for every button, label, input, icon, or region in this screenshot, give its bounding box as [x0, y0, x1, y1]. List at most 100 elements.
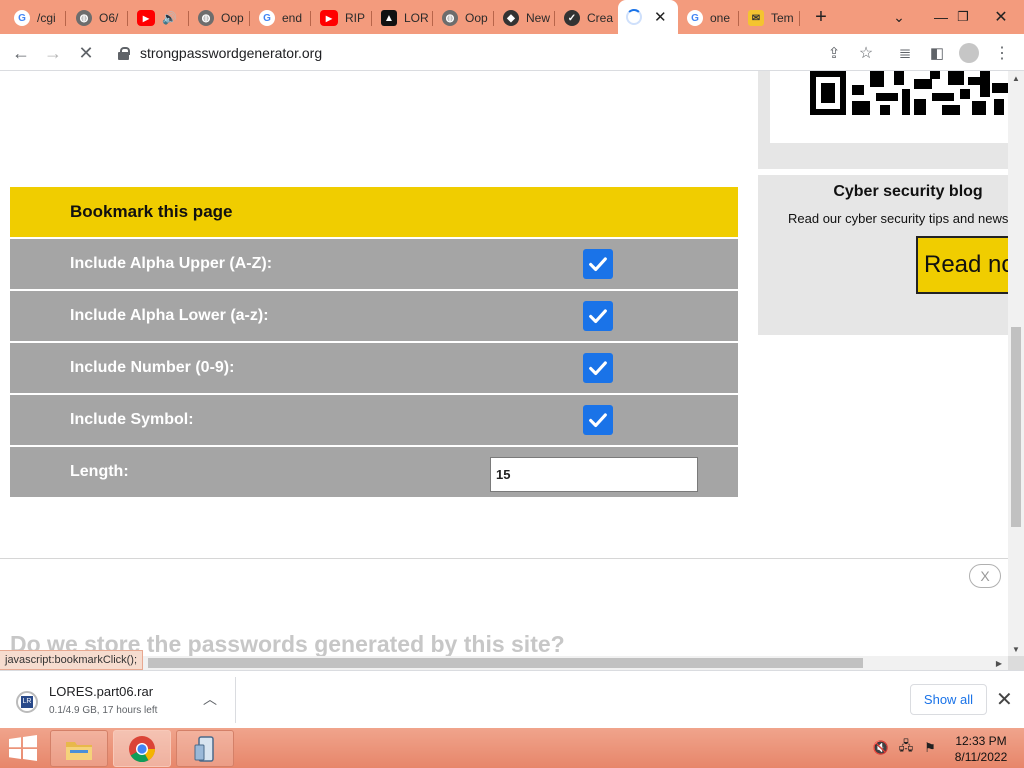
stop-loading-icon[interactable]: ✕ — [73, 40, 99, 66]
vertical-scrollbar[interactable]: ▲ ▼ — [1008, 71, 1024, 656]
side-panel-icon[interactable]: ◧ — [924, 40, 950, 66]
option-row-number: Include Number (0-9): — [10, 343, 738, 393]
scrollbar-corner — [1008, 656, 1024, 670]
rar-file-icon: LR — [16, 691, 38, 713]
read-now-button[interactable]: Read now — [916, 236, 1008, 294]
number-checkbox[interactable] — [583, 353, 613, 383]
new-tab-button[interactable]: + — [808, 5, 834, 29]
blog-text: Read our cyber security tips and news — [788, 211, 1008, 226]
youtube-icon: ▶ — [320, 10, 338, 26]
option-label: Include Number (0-9): — [70, 359, 235, 376]
horizontal-scrollbar[interactable]: ▶ — [0, 656, 1008, 670]
google-icon: G — [14, 10, 30, 26]
close-tab-icon[interactable]: ✕ — [654, 8, 667, 26]
action-center-icon[interactable]: ⚑ — [922, 740, 938, 756]
scroll-right-arrow-icon[interactable]: ▶ — [992, 656, 1006, 670]
browser-tab[interactable]: G end — [251, 4, 311, 32]
devices-taskbar-button[interactable] — [176, 730, 234, 767]
tab-title: end — [282, 11, 303, 25]
mail-icon: ✉ — [748, 10, 764, 26]
scroll-up-arrow-icon[interactable]: ▲ — [1008, 71, 1024, 85]
browser-tab[interactable]: ◆ New — [495, 4, 555, 32]
browser-tab[interactable]: ◍ Oop — [190, 4, 250, 32]
system-clock[interactable]: 12:33 PM 8/11/2022 — [950, 733, 1012, 765]
tab-title: one — [710, 11, 731, 25]
reading-list-icon[interactable]: ≣ — [892, 40, 918, 66]
share-icon[interactable]: ⇪ — [821, 40, 847, 66]
tab-title: /cgi — [37, 11, 56, 25]
download-file-name: LORES.part06.rar — [49, 684, 154, 699]
length-label: Length: — [70, 463, 129, 480]
more-menu-icon[interactable]: ⋮ — [989, 40, 1015, 66]
browser-toolbar: ← → ✕ strongpasswordgenerator.org ⇪ ☆ ≣ … — [0, 34, 1024, 71]
globe-icon: ◍ — [198, 10, 214, 26]
download-progress-text: 0.1/4.9 GB, 17 hours left — [49, 705, 158, 716]
file-explorer-button[interactable] — [50, 730, 108, 767]
lock-icon[interactable] — [118, 46, 130, 60]
scroll-down-arrow-icon[interactable]: ▼ — [1008, 642, 1024, 656]
close-window-button[interactable]: ✕ — [986, 5, 1016, 29]
clock-time: 12:33 PM — [955, 734, 1007, 748]
browser-tab[interactable]: ▶ RIP — [312, 4, 372, 32]
google-icon: G — [687, 10, 703, 26]
close-shelf-icon[interactable]: ✕ — [996, 687, 1013, 712]
option-label: Include Alpha Lower (a-z): — [70, 307, 269, 324]
symbol-checkbox[interactable] — [583, 405, 613, 435]
lores-icon: ▲ — [381, 10, 397, 26]
bookmark-star-icon[interactable]: ☆ — [853, 40, 879, 66]
url-text: strongpasswordgenerator.org — [140, 45, 323, 61]
length-input[interactable]: 15 — [490, 457, 698, 492]
alpha-upper-checkbox[interactable] — [583, 249, 613, 279]
tab-title: Oop — [221, 11, 244, 25]
back-arrow-icon[interactable]: ← — [8, 40, 34, 66]
audio-icon[interactable]: 🔊 — [162, 11, 177, 25]
bookmark-link[interactable]: Bookmark this page — [10, 187, 738, 237]
shield-icon: ◆ — [503, 10, 519, 26]
tab-search-chevron-icon[interactable]: ⌄ — [888, 5, 910, 29]
horizontal-scroll-thumb[interactable] — [148, 658, 863, 668]
restore-button[interactable]: ❐ — [952, 5, 974, 29]
tab-strip: G /cgi ◍ O6/ ▶ 🔊 ◍ Oop G end ▶ RIP ▲ LOR… — [0, 0, 1024, 34]
browser-tab[interactable]: ▶ 🔊 — [129, 4, 189, 32]
download-shelf: LR LORES.part06.rar 0.1/4.9 GB, 17 hours… — [0, 670, 1024, 728]
qr-code-icon — [810, 71, 1008, 115]
ad-divider — [0, 558, 1008, 559]
clock-date: 8/11/2022 — [954, 750, 1008, 764]
speaker-muted-icon[interactable]: 🔇 — [873, 740, 889, 756]
tab-title: Tem — [771, 11, 794, 25]
check-circle-icon: ✓ — [564, 10, 580, 26]
globe-icon: ◍ — [76, 10, 92, 26]
download-item[interactable]: LR LORES.part06.rar 0.1/4.9 GB, 17 hours… — [0, 677, 236, 723]
browser-tab[interactable]: ▲ LOR — [373, 4, 433, 32]
folder-icon — [66, 741, 92, 760]
forward-arrow-icon[interactable]: → — [40, 40, 66, 66]
windows-start-icon[interactable] — [8, 735, 38, 761]
vertical-scroll-thumb[interactable] — [1011, 327, 1021, 527]
show-all-button[interactable]: Show all — [910, 684, 987, 715]
browser-tab[interactable]: ✓ Crea — [556, 4, 616, 32]
alpha-lower-checkbox[interactable] — [583, 301, 613, 331]
checkmark-icon — [589, 257, 607, 272]
blog-panel: Cyber security blog Read our cyber secur… — [758, 175, 1008, 335]
minimize-button[interactable]: — — [930, 5, 952, 29]
option-label: Include Alpha Upper (A-Z): — [70, 255, 273, 272]
chevron-up-icon[interactable]: ︿ — [203, 689, 217, 709]
option-row-lower: Include Alpha Lower (a-z): — [10, 291, 738, 341]
browser-tab[interactable]: G /cgi — [6, 4, 66, 32]
browser-tab[interactable]: ◍ Oop — [434, 4, 494, 32]
browser-tab[interactable]: ◍ O6/ — [68, 4, 128, 32]
browser-tab[interactable]: ✉ Tem — [740, 4, 800, 32]
browser-tab-active[interactable]: ✕ — [618, 0, 678, 34]
tab-title: Crea — [587, 11, 614, 25]
chrome-taskbar-button[interactable] — [113, 730, 171, 767]
checkmark-icon — [589, 309, 607, 324]
qr-panel — [758, 71, 1008, 169]
browser-tab[interactable]: G one — [679, 4, 739, 32]
youtube-icon: ▶ — [137, 10, 155, 26]
tab-title: O6/ — [99, 11, 119, 25]
google-icon: G — [259, 10, 275, 26]
ad-close-button[interactable]: X — [969, 564, 1001, 588]
address-bar[interactable]: strongpasswordgenerator.org — [108, 39, 893, 67]
network-icon[interactable]: 🖧 — [898, 738, 914, 756]
profile-avatar-icon[interactable] — [956, 40, 982, 66]
